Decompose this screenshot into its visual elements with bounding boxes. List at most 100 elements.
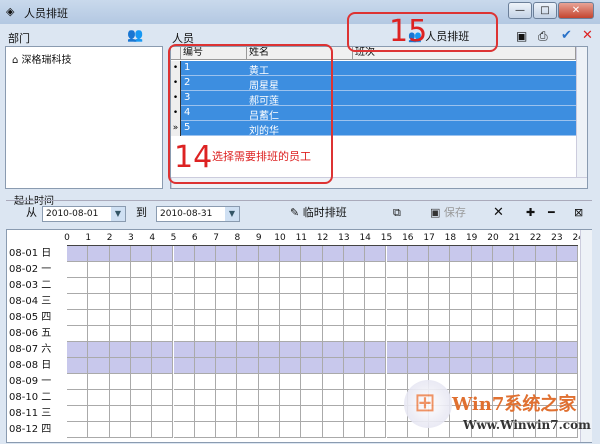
hour-cell[interactable] bbox=[216, 294, 238, 310]
hour-cell[interactable] bbox=[471, 310, 493, 326]
hour-cell[interactable] bbox=[343, 294, 366, 310]
hour-cell[interactable] bbox=[429, 246, 451, 262]
add-icon[interactable]: ✚ bbox=[526, 205, 535, 221]
department-tree[interactable]: ⌂ 深格瑞科技 bbox=[5, 46, 163, 189]
hour-cell[interactable] bbox=[556, 342, 579, 358]
delete-all-icon[interactable]: ⊠ bbox=[574, 205, 583, 221]
temp-schedule-button[interactable]: ✎ 临时排班 bbox=[290, 205, 347, 221]
hour-cell[interactable] bbox=[194, 374, 217, 390]
hour-cell[interactable] bbox=[258, 358, 280, 374]
hour-cell[interactable] bbox=[343, 342, 366, 358]
from-date-picker[interactable]: 2010-08-01 ▼ bbox=[42, 206, 126, 222]
day-row[interactable]: 08-01 日 bbox=[7, 246, 581, 262]
day-row[interactable]: 08-03 二 bbox=[7, 278, 581, 294]
hour-cell[interactable] bbox=[152, 278, 174, 294]
hour-cell[interactable] bbox=[258, 422, 280, 438]
hour-cell[interactable] bbox=[194, 406, 217, 422]
hour-cell[interactable] bbox=[88, 342, 110, 358]
hour-cell[interactable] bbox=[194, 390, 217, 406]
hour-cell[interactable] bbox=[216, 406, 238, 422]
hour-cell[interactable] bbox=[130, 246, 153, 262]
hour-cell[interactable] bbox=[322, 262, 344, 278]
maximize-button[interactable]: □ bbox=[533, 2, 557, 19]
hour-cell[interactable] bbox=[130, 406, 153, 422]
hour-cell[interactable] bbox=[343, 358, 366, 374]
hour-cell[interactable] bbox=[322, 246, 344, 262]
hour-cell[interactable] bbox=[365, 262, 387, 278]
hour-cell[interactable] bbox=[280, 422, 302, 438]
hour-cell[interactable] bbox=[514, 262, 536, 278]
hour-cell[interactable] bbox=[471, 294, 493, 310]
hour-cell[interactable] bbox=[258, 262, 280, 278]
hour-cell[interactable] bbox=[88, 294, 110, 310]
hour-cell[interactable] bbox=[237, 422, 259, 438]
hour-cell[interactable] bbox=[280, 246, 302, 262]
hour-cell[interactable] bbox=[386, 374, 408, 390]
hour-cell[interactable] bbox=[109, 406, 131, 422]
hour-cell[interactable] bbox=[407, 294, 430, 310]
hour-cell[interactable] bbox=[88, 310, 110, 326]
hour-cell[interactable] bbox=[429, 342, 451, 358]
hour-cell[interactable] bbox=[280, 390, 302, 406]
hour-cell[interactable] bbox=[301, 390, 323, 406]
hour-cell[interactable] bbox=[67, 342, 89, 358]
hour-cell[interactable] bbox=[322, 422, 344, 438]
hour-cell[interactable] bbox=[514, 310, 536, 326]
hour-cell[interactable] bbox=[109, 342, 131, 358]
hour-cell[interactable] bbox=[301, 294, 323, 310]
hour-cell[interactable] bbox=[322, 374, 344, 390]
hour-cell[interactable] bbox=[194, 358, 217, 374]
hour-cell[interactable] bbox=[109, 262, 131, 278]
hour-cell[interactable] bbox=[322, 310, 344, 326]
hour-cell[interactable] bbox=[258, 246, 280, 262]
hour-cell[interactable] bbox=[322, 278, 344, 294]
hour-cell[interactable] bbox=[194, 422, 217, 438]
hour-cell[interactable] bbox=[556, 326, 579, 342]
hour-cell[interactable] bbox=[365, 310, 387, 326]
hour-cell[interactable] bbox=[343, 310, 366, 326]
hour-cell[interactable] bbox=[280, 278, 302, 294]
hour-cell[interactable] bbox=[67, 262, 89, 278]
hour-cell[interactable] bbox=[237, 278, 259, 294]
hour-cell[interactable] bbox=[535, 246, 557, 262]
hour-cell[interactable] bbox=[237, 246, 259, 262]
hour-cell[interactable] bbox=[471, 358, 493, 374]
hour-cell[interactable] bbox=[280, 358, 302, 374]
hour-cell[interactable] bbox=[152, 262, 174, 278]
day-row[interactable]: 08-08 日 bbox=[7, 358, 581, 374]
hour-cell[interactable] bbox=[67, 246, 89, 262]
people-icon[interactable]: 👥 bbox=[127, 28, 143, 43]
hour-cell[interactable] bbox=[237, 342, 259, 358]
hour-cell[interactable] bbox=[280, 374, 302, 390]
hour-cell[interactable] bbox=[365, 374, 387, 390]
hour-cell[interactable] bbox=[258, 326, 280, 342]
hour-cell[interactable] bbox=[556, 310, 579, 326]
hour-cell[interactable] bbox=[471, 246, 493, 262]
hour-cell[interactable] bbox=[173, 310, 195, 326]
hour-cell[interactable] bbox=[407, 246, 430, 262]
hour-cell[interactable] bbox=[216, 262, 238, 278]
hour-cell[interactable] bbox=[173, 342, 195, 358]
hour-cell[interactable] bbox=[514, 374, 536, 390]
hour-cell[interactable] bbox=[343, 374, 366, 390]
chevron-down-icon[interactable]: ▼ bbox=[111, 207, 125, 221]
print-icon[interactable]: ⎙ bbox=[538, 29, 548, 44]
hour-cell[interactable] bbox=[173, 262, 195, 278]
hour-cell[interactable] bbox=[88, 278, 110, 294]
day-row[interactable]: 08-07 六 bbox=[7, 342, 581, 358]
hour-cell[interactable] bbox=[429, 278, 451, 294]
hour-cell[interactable] bbox=[450, 278, 472, 294]
hour-cell[interactable] bbox=[514, 278, 536, 294]
hour-cell[interactable] bbox=[322, 326, 344, 342]
hour-cell[interactable] bbox=[343, 326, 366, 342]
to-date-picker[interactable]: 2010-08-31 ▼ bbox=[156, 206, 240, 222]
hour-cell[interactable] bbox=[88, 406, 110, 422]
hour-cell[interactable] bbox=[130, 374, 153, 390]
hour-cell[interactable] bbox=[535, 342, 557, 358]
hour-cell[interactable] bbox=[280, 262, 302, 278]
hour-cell[interactable] bbox=[535, 262, 557, 278]
hour-cell[interactable] bbox=[109, 294, 131, 310]
hour-cell[interactable] bbox=[450, 358, 472, 374]
hour-cell[interactable] bbox=[322, 342, 344, 358]
hour-cell[interactable] bbox=[152, 342, 174, 358]
